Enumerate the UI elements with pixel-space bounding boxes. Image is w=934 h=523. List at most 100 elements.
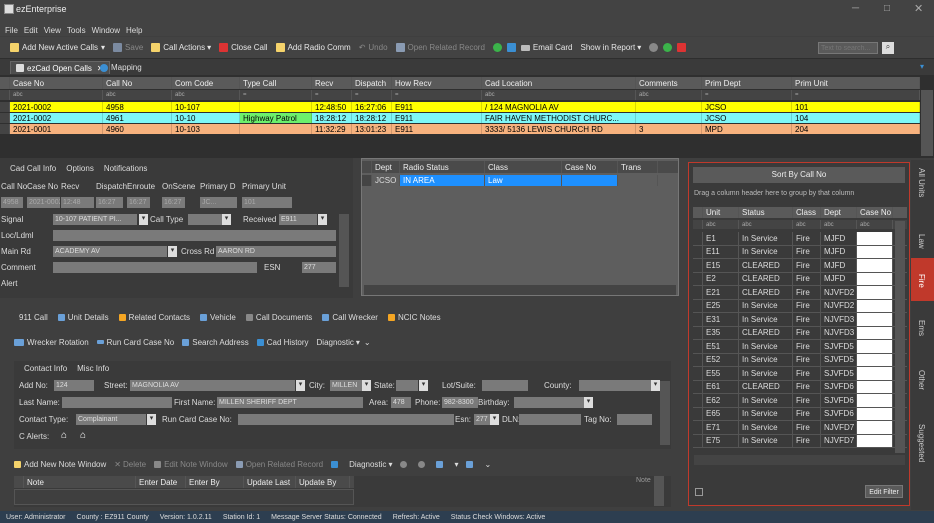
- table-row[interactable]: 2021-0001 4960 10-103 11:32:29 13:01:23 E911 3…: [0, 124, 920, 134]
- dln-field[interactable]: [519, 414, 581, 425]
- chevron-down-icon[interactable]: ▾: [147, 414, 156, 425]
- home-icon[interactable]: ⌂: [61, 430, 67, 441]
- tab-unit-details[interactable]: Unit Details: [57, 313, 109, 322]
- column-filter[interactable]: =: [702, 90, 792, 100]
- chevron-down-icon[interactable]: ▾: [318, 214, 327, 225]
- contact-type-field[interactable]: Complainant: [76, 414, 146, 425]
- edit-filter-button[interactable]: Edit Filter: [865, 485, 903, 498]
- home-icon[interactable]: ⌂: [80, 430, 86, 441]
- menu-file[interactable]: File: [5, 26, 18, 35]
- main-rd-field[interactable]: ACADEMY AV: [53, 246, 167, 257]
- column-header[interactable]: Prim Dept: [702, 77, 792, 89]
- chevron-down-icon[interactable]: ▾: [454, 460, 458, 469]
- add-active-calls-button[interactable]: Add New Active Calls ▾: [10, 43, 105, 52]
- column-filter[interactable]: =: [312, 90, 352, 100]
- close-call-button[interactable]: Close Call: [219, 43, 268, 52]
- chevron-down-icon[interactable]: ▾: [584, 397, 593, 408]
- column-filter[interactable]: =: [792, 90, 920, 100]
- run-card-case-no-field[interactable]: [238, 414, 454, 425]
- lot-suite-field[interactable]: [482, 380, 528, 391]
- diagnostic-button[interactable]: Diagnostic ▾: [349, 460, 392, 469]
- column-filter[interactable]: abc: [793, 220, 821, 229]
- area-field[interactable]: 478: [391, 397, 411, 408]
- call-info-value[interactable]: 4958: [1, 197, 23, 208]
- radio-grid-hscrollbar[interactable]: [364, 285, 676, 295]
- column-header[interactable]: Trans: [618, 161, 658, 173]
- email-card-button[interactable]: Email Card: [520, 43, 573, 52]
- column-filter[interactable]: abc: [703, 220, 739, 229]
- column-filter[interactable]: abc: [739, 220, 793, 229]
- table-row[interactable]: E61 CLEARED Fire SJVFD6: [693, 380, 907, 394]
- close-icon[interactable]: ✕: [914, 2, 923, 15]
- column-header[interactable]: Cad Location: [482, 77, 636, 89]
- open-related-record-button[interactable]: Open Related Record: [235, 460, 323, 469]
- street-field[interactable]: MAGNOLIA AV: [130, 380, 295, 391]
- column-filter[interactable]: abc: [10, 90, 103, 100]
- column-header[interactable]: How Recv: [392, 77, 482, 89]
- tab-contact-info[interactable]: Contact Info: [24, 364, 67, 373]
- call-info-value[interactable]: 16:27: [96, 197, 123, 208]
- diagnostic-button[interactable]: Diagnostic ▾ ⌄: [317, 338, 371, 347]
- chevron-down-icon[interactable]: ▾: [651, 380, 660, 391]
- side-tab-suggested[interactable]: Suggested: [917, 424, 926, 462]
- comment-field[interactable]: [53, 262, 257, 273]
- refresh-icon[interactable]: [492, 43, 502, 52]
- side-tab-all-units[interactable]: All Units: [917, 168, 926, 197]
- info-icon[interactable]: [663, 43, 673, 52]
- tab-ezcad-open-calls[interactable]: ezCad Open Calls ✕: [10, 61, 110, 74]
- column-header[interactable]: Com Code: [172, 77, 240, 89]
- menu-window[interactable]: Window: [92, 26, 120, 35]
- tab-misc-info[interactable]: Misc Info: [77, 364, 109, 373]
- table-row[interactable]: 2021-0002 4961 10-10 Highway Patrol 18:28:12…: [0, 113, 920, 123]
- county-field[interactable]: [579, 380, 651, 391]
- column-filter[interactable]: abc: [636, 90, 702, 100]
- loc-ldml-field[interactable]: [53, 230, 336, 241]
- tab-mapping[interactable]: Mapping: [100, 61, 142, 74]
- column-filter[interactable]: abc: [857, 220, 893, 229]
- chevron-down-icon[interactable]: ⌄: [484, 460, 491, 469]
- search-icon[interactable]: ⌕: [882, 42, 894, 54]
- column-filter[interactable]: =: [392, 90, 482, 100]
- run-card-case-no-button[interactable]: Run Card Case No: [96, 338, 174, 347]
- table-row[interactable]: E11 In Service Fire MJFD: [693, 245, 907, 259]
- calls-grid-scrollbar[interactable]: [921, 90, 933, 156]
- tab-notifications[interactable]: Notifications: [104, 164, 148, 173]
- table-row[interactable]: E2 CLEARED Fire MJFD: [693, 272, 907, 286]
- add-no-field[interactable]: 124: [54, 380, 94, 391]
- column-header[interactable]: Prim Unit: [792, 77, 920, 89]
- delete-button[interactable]: ✕ Delete: [114, 460, 146, 469]
- info-icon[interactable]: [418, 460, 426, 468]
- menu-help[interactable]: Help: [126, 26, 142, 35]
- chevron-down-icon[interactable]: ▾: [222, 214, 231, 225]
- column-header[interactable]: Update By: [296, 476, 350, 488]
- table-row[interactable]: E1 In Service Fire MJFD: [693, 232, 907, 246]
- signal-field[interactable]: 10-107 PATIENT PI...: [53, 214, 137, 225]
- table-row[interactable]: E55 In Service Fire SJVFD5: [693, 367, 907, 381]
- search-address-button[interactable]: Search Address: [182, 338, 249, 347]
- save-button[interactable]: Save: [113, 43, 143, 52]
- table-row[interactable]: E75 In Service Fire NJVFD7: [693, 434, 907, 448]
- column-header[interactable]: Recv: [312, 77, 352, 89]
- search-input[interactable]: [818, 42, 878, 54]
- report-icon[interactable]: [436, 460, 444, 468]
- table-row[interactable]: E65 In Service Fire SJVFD6: [693, 407, 907, 421]
- chevron-down-icon[interactable]: ▾: [490, 414, 499, 425]
- column-header[interactable]: Class: [485, 161, 562, 173]
- column-header[interactable]: Status: [739, 207, 793, 218]
- column-header[interactable]: Case No: [857, 207, 893, 218]
- column-header[interactable]: Type Call: [240, 77, 312, 89]
- state-field[interactable]: [396, 380, 418, 391]
- tab-cad-call-info[interactable]: Cad Call Info: [10, 164, 56, 173]
- menu-view[interactable]: View: [44, 26, 61, 35]
- edit-note-window-button[interactable]: Edit Note Window: [154, 460, 228, 469]
- grid-icon[interactable]: [331, 460, 339, 468]
- table-row[interactable]: E52 In Service Fire SJVFD5: [693, 353, 907, 367]
- column-header[interactable]: Class: [793, 207, 821, 218]
- call-type-field[interactable]: [188, 214, 222, 225]
- add-radio-comm-button[interactable]: Add Radio Comm: [275, 43, 351, 52]
- call-info-value[interactable]: 16:27: [127, 197, 150, 208]
- column-header[interactable]: Enter By: [186, 476, 244, 488]
- table-row[interactable]: E51 In Service Fire SJVFD5: [693, 340, 907, 354]
- column-header[interactable]: Call No: [103, 77, 172, 89]
- table-row[interactable]: 2021-0002 4958 10-107 12:48:50 16:27:06 E911/…: [0, 102, 920, 112]
